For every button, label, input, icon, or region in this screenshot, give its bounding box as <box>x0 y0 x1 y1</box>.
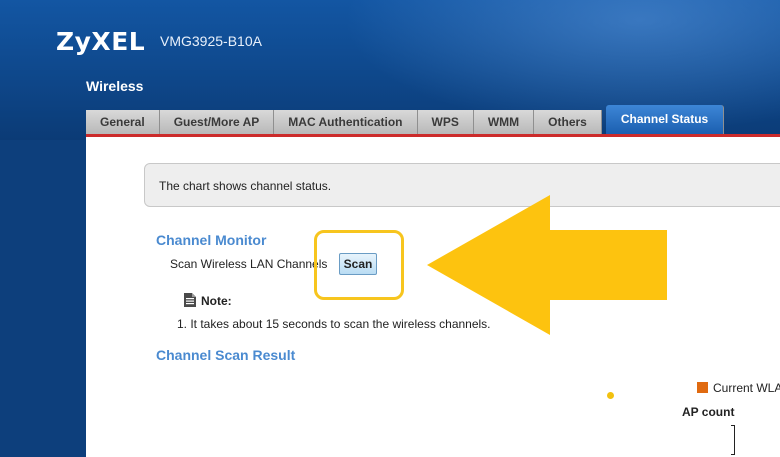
top-banner: ZyXEL VMG3925-B10A Wireless General Gues… <box>0 0 780 140</box>
legend-swatch <box>697 382 708 393</box>
tab-bar: General Guest/More AP MAC Authentication… <box>86 105 725 134</box>
scan-label: Scan Wireless LAN Channels <box>170 257 328 271</box>
legend-label: Current WLA <box>713 381 780 395</box>
annotation-highlight-box <box>314 230 404 300</box>
tab-others[interactable]: Others <box>534 110 602 134</box>
ap-count-axis-label: AP count <box>682 405 735 419</box>
channel-monitor-heading: Channel Monitor <box>156 232 267 248</box>
note-label: Note: <box>201 294 232 308</box>
annotation-dot <box>607 392 614 399</box>
tab-channel-status[interactable]: Channel Status <box>605 105 725 134</box>
model-name: VMG3925-B10A <box>160 33 262 49</box>
chart-y-axis <box>731 425 735 455</box>
note-document-icon <box>184 293 196 307</box>
info-text: The chart shows channel status. <box>159 179 332 193</box>
tab-mac-authentication[interactable]: MAC Authentication <box>274 110 418 134</box>
channel-scan-result-heading: Channel Scan Result <box>156 347 296 363</box>
tab-wps[interactable]: WPS <box>417 110 474 134</box>
zyxel-logo: ZyXEL <box>56 27 146 56</box>
arrow-left-icon <box>427 195 667 335</box>
tab-guest-more-ap[interactable]: Guest/More AP <box>159 110 275 134</box>
page-section-title: Wireless <box>86 78 144 94</box>
tab-general[interactable]: General <box>86 110 160 134</box>
tab-wmm[interactable]: WMM <box>473 110 535 134</box>
